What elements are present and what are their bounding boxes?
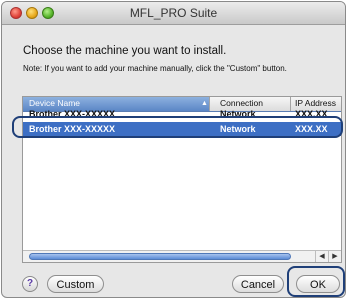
- scroll-right-icon[interactable]: ▶: [328, 251, 341, 262]
- title-bar: MFL_PRO Suite: [2, 2, 345, 25]
- column-device-name[interactable]: Device Name: [29, 98, 80, 108]
- horizontal-scrollbar[interactable]: ◀ ▶: [23, 250, 341, 262]
- scroll-thumb[interactable]: [29, 253, 291, 260]
- sort-arrow-icon: ▲: [201, 100, 208, 107]
- help-icon[interactable]: ?: [22, 276, 38, 292]
- instruction-heading: Choose the machine you want to install.: [23, 45, 227, 57]
- custom-button[interactable]: Custom: [47, 275, 104, 293]
- ok-button-callout: [287, 266, 345, 297]
- column-ip-address[interactable]: IP Address: [295, 98, 336, 108]
- installer-window: MFL_PRO Suite Choose the machine you wan…: [1, 1, 346, 298]
- scroll-left-icon[interactable]: ◀: [315, 251, 328, 262]
- window-title: MFL_PRO Suite: [129, 6, 218, 20]
- selected-row-callout: [12, 116, 343, 138]
- column-connection[interactable]: Connection: [220, 98, 263, 108]
- cancel-button[interactable]: Cancel: [232, 275, 284, 293]
- instruction-note: Note: If you want to add your machine ma…: [23, 64, 287, 73]
